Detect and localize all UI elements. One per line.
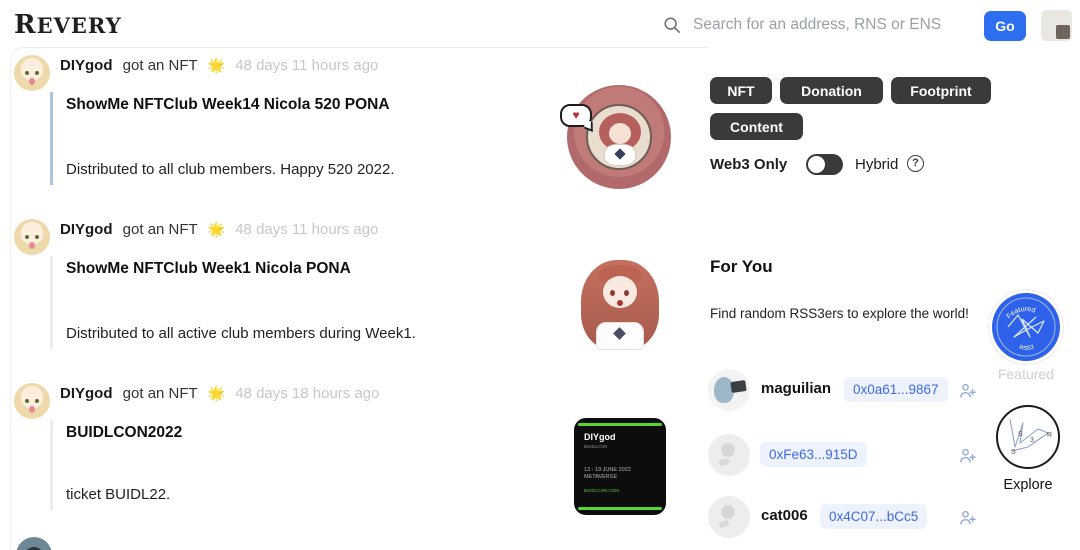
nft-description: ticket BUIDL22. (66, 486, 520, 503)
revery-logo[interactable]: REVERY (14, 10, 122, 40)
svg-text:S: S (1018, 431, 1023, 438)
ticket-date: 13 - 19 JUNE 2022 (584, 467, 656, 473)
ticket-owner: DIYgod (584, 432, 656, 442)
svg-text:3: 3 (1030, 437, 1034, 444)
action-text: got an NFT (123, 57, 198, 74)
suggested-user-row: 0xFe63...915D (708, 434, 988, 478)
suggested-user-row: maguilian 0x0a61...9867 (708, 369, 988, 413)
search-icon (663, 16, 681, 34)
user-avatar[interactable] (14, 55, 50, 91)
for-you-subtitle: Find random RSS3ers to explore the world… (710, 306, 969, 321)
star-emoji-icon: 🌟 (208, 57, 225, 73)
nft-description: Distributed to all club members. Happy 5… (66, 161, 520, 178)
filter-nft-button[interactable]: NFT (710, 77, 772, 104)
nft-note: BUIDLCON2022 ticket BUIDL22. (50, 420, 520, 510)
ticket-event: BUIDLCON (584, 444, 656, 449)
nft-image-badge[interactable]: ♥ (567, 85, 671, 189)
follow-user-icon[interactable] (958, 446, 978, 466)
ticket-venue: METAVERSE (584, 474, 656, 480)
timestamp: 48 days 11 hours ago (235, 57, 378, 74)
explore-button[interactable]: S 3 R S (996, 405, 1060, 469)
explore-label: Explore (990, 477, 1066, 493)
suggested-user-avatar[interactable] (708, 496, 750, 538)
go-button[interactable]: Go (984, 11, 1026, 41)
suggested-user-name[interactable]: cat006 (761, 507, 808, 524)
ticket-link: BUIDLCON.COM (584, 488, 656, 493)
username[interactable]: DIYgod (60, 57, 113, 74)
action-text: got an NFT (123, 221, 198, 238)
filter-donation-button[interactable]: Donation (780, 77, 883, 104)
star-emoji-icon: 🌟 (208, 385, 225, 401)
follow-user-icon[interactable] (958, 508, 978, 528)
help-icon[interactable]: ? (907, 155, 924, 172)
explore-scribble-icon: S 3 R S (998, 407, 1058, 467)
nft-image-ticket[interactable]: DIYgod BUIDLCON 13 - 19 JUNE 2022 METAVE… (574, 418, 666, 515)
suggested-user-avatar[interactable] (708, 369, 750, 411)
nft-title: ShowMe NFTClub Week14 Nicola 520 PONA (66, 96, 520, 114)
toggle-knob (808, 156, 825, 173)
user-avatar[interactable] (14, 219, 50, 255)
nft-image-portrait[interactable] (576, 252, 664, 352)
filter-footprint-button[interactable]: Footprint (891, 77, 991, 104)
nft-note: ShowMe NFTClub Week1 Nicola PONA Distrib… (50, 256, 520, 349)
timestamp: 48 days 18 hours ago (235, 385, 379, 402)
user-avatar[interactable] (14, 383, 50, 419)
web3-only-label: Web3 Only (710, 156, 787, 173)
nft-badge-art (586, 104, 652, 170)
profile-avatar[interactable] (1041, 10, 1072, 41)
nft-title: ShowMe NFTClub Week1 Nicola PONA (66, 260, 520, 278)
address-badge[interactable]: 0x4C07...bCc5 (820, 504, 927, 529)
featured-badge-icon: Featured RSS3 (992, 293, 1060, 361)
suggested-user-avatar[interactable] (708, 434, 750, 476)
suggested-user-name[interactable]: maguilian (761, 380, 831, 397)
timestamp: 48 days 11 hours ago (235, 221, 378, 238)
svg-text:S: S (1011, 449, 1016, 456)
follow-user-icon[interactable] (958, 381, 978, 401)
username[interactable]: DIYgod (60, 221, 113, 238)
search-input[interactable] (693, 12, 953, 38)
featured-badge[interactable]: Featured RSS3 (992, 293, 1060, 361)
nft-note: ShowMe NFTClub Week14 Nicola 520 PONA Di… (50, 92, 520, 185)
nft-description: Distributed to all active club members d… (66, 325, 520, 342)
address-badge[interactable]: 0xFe63...915D (760, 442, 867, 467)
revery-app: REVERY Go DIYgod got an NFT 🌟 48 days 11… (0, 0, 1080, 550)
filter-content-button[interactable]: Content (710, 113, 803, 140)
hybrid-label: Hybrid (855, 156, 898, 173)
username[interactable]: DIYgod (60, 385, 113, 402)
heart-bubble-icon: ♥ (560, 104, 592, 127)
featured-label: Featured (990, 366, 1062, 382)
web3-hybrid-toggle[interactable] (806, 154, 843, 175)
address-badge[interactable]: 0x0a61...9867 (844, 377, 948, 402)
action-text: got an NFT (123, 385, 198, 402)
star-emoji-icon: 🌟 (208, 221, 225, 237)
nft-title: BUIDLCON2022 (66, 424, 520, 442)
svg-text:R: R (1047, 432, 1052, 439)
for-you-title: For You (710, 257, 773, 277)
suggested-user-row: cat006 0x4C07...bCc5 (708, 496, 988, 540)
